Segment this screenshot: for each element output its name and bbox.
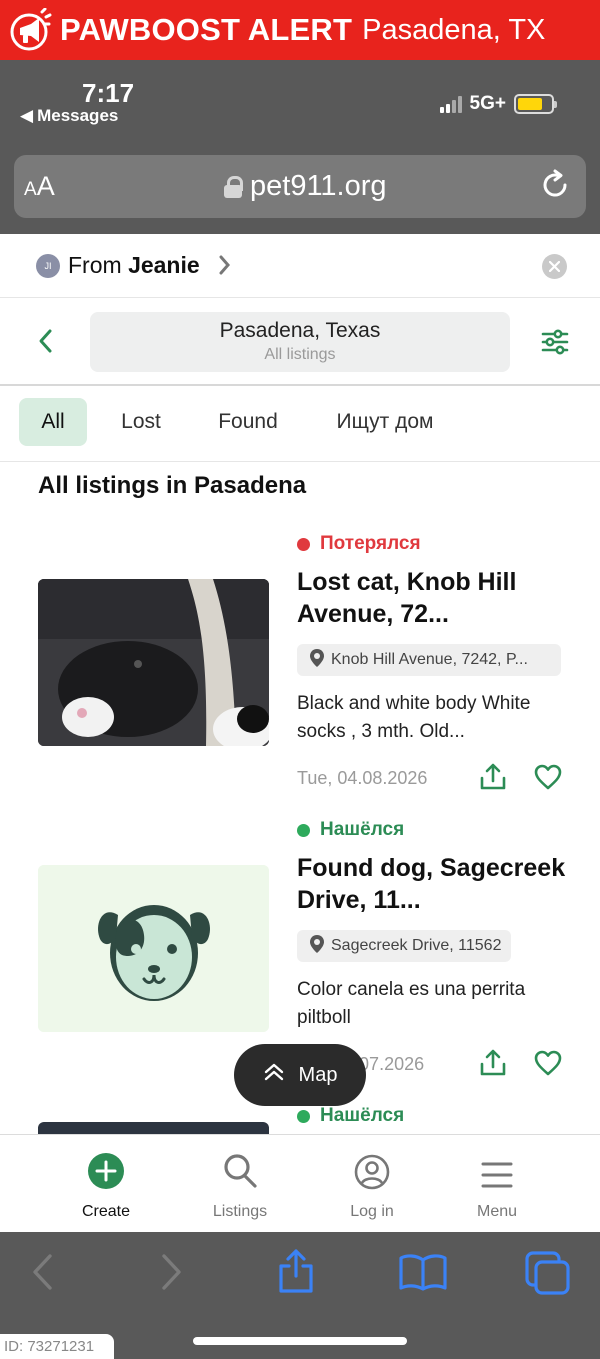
search-subtitle: All listings: [264, 346, 336, 363]
text-size-button[interactable]: AA: [24, 171, 55, 202]
chevron-right-icon[interactable]: [218, 254, 232, 281]
address-bar[interactable]: AA pet911.org: [14, 155, 586, 218]
status-lost: Потерялся: [297, 533, 421, 555]
pawboost-banner: PAWBOOST ALERT Pasadena, TX: [0, 0, 600, 60]
user-icon: [354, 1154, 390, 1195]
listing-photo-cat[interactable]: [38, 579, 269, 746]
address-text: Sagecreek Drive, 11562: [331, 937, 502, 954]
lock-icon: [224, 175, 243, 198]
status-dot: [297, 1109, 310, 1123]
reload-icon[interactable]: [538, 168, 572, 207]
location-pin-icon: [309, 934, 325, 959]
map-button[interactable]: Map: [234, 1044, 366, 1106]
banner-brand: PAWBOOST ALERT: [60, 12, 353, 47]
id-tag: ID: 73271231: [0, 1334, 114, 1359]
chevrons-up-icon: [263, 1062, 285, 1088]
status-bar: 7:17 ◀ Messages 5G+: [0, 60, 600, 152]
tab-looking-for-home[interactable]: Ищут дом: [318, 398, 452, 446]
browser-address-area: AA pet911.org: [0, 152, 600, 234]
address-text: Knob Hill Avenue, 7242, P...: [331, 651, 528, 668]
plus-circle-icon: [87, 1152, 125, 1195]
location-pin-icon: [309, 648, 325, 673]
nav-listings[interactable]: Listings: [180, 1135, 300, 1232]
shared-from-text[interactable]: From Jeanie: [68, 252, 200, 279]
url-text: pet911.org: [250, 170, 387, 202]
nav-menu-label: Menu: [476, 1203, 518, 1220]
status-label: Нашёлся: [320, 819, 405, 840]
hamburger-icon: [480, 1160, 514, 1195]
listing-title[interactable]: Lost cat, Knob Hill Avenue, 72...: [297, 566, 577, 630]
signal-icon: [439, 95, 462, 113]
browser-forward-icon[interactable]: [158, 1252, 184, 1297]
search-icon: [222, 1152, 258, 1195]
favorite-heart-icon[interactable]: [534, 1050, 562, 1081]
favorite-heart-icon[interactable]: [534, 764, 562, 795]
status-label: Потерялся: [320, 533, 421, 554]
status-dot: [297, 537, 310, 551]
listing-address: Knob Hill Avenue, 7242, P...: [297, 644, 561, 676]
nav-menu[interactable]: Menu: [437, 1135, 557, 1232]
listing-date: Tue, 04.08.2026: [297, 768, 428, 788]
tab-lost[interactable]: Lost: [104, 398, 178, 446]
tab-all[interactable]: All: [19, 398, 87, 446]
map-label: Map: [298, 1063, 338, 1086]
back-arrow-icon[interactable]: [36, 328, 54, 359]
banner-location: Pasadena, TX: [362, 13, 546, 46]
bookmarks-icon[interactable]: [398, 1252, 448, 1297]
search-location: Pasadena, Texas: [219, 319, 381, 342]
listing-title[interactable]: Found dog, Sagecreek Drive, 11...: [297, 852, 577, 916]
share-icon[interactable]: [478, 1048, 508, 1083]
shared-from-name: Jeanie: [128, 252, 200, 278]
nav-login-label: Log in: [350, 1203, 394, 1220]
listing-description: Black and white body White socks , 3 mth…: [297, 693, 531, 742]
status-label: Нашёлся: [320, 1105, 405, 1126]
network-label: 5G+: [469, 93, 506, 114]
nav-create[interactable]: Create: [46, 1135, 166, 1232]
section-title: All listings in Pasadena: [38, 472, 307, 499]
status-time: 7:17: [82, 78, 135, 108]
share-sheet-icon[interactable]: [276, 1248, 316, 1299]
nav-login[interactable]: Log in: [312, 1135, 432, 1232]
dog-placeholder-icon: [38, 865, 269, 1032]
listing-photo-placeholder[interactable]: [38, 865, 269, 1032]
back-triangle-icon: ◀: [20, 106, 34, 125]
bottom-nav: Create Listings Log in Menu: [0, 1134, 600, 1232]
shared-from-bar: JI From Jeanie: [0, 234, 600, 298]
home-indicator: [193, 1337, 407, 1345]
tab-found[interactable]: Found: [204, 398, 292, 446]
nav-create-label: Create: [81, 1203, 131, 1220]
status-found: Нашёлся: [297, 1105, 404, 1127]
location-search-box[interactable]: Pasadena, Texas All listings: [90, 312, 510, 372]
back-app-label: Messages: [37, 106, 119, 125]
nav-listings-label: Listings: [212, 1203, 268, 1220]
share-icon[interactable]: [478, 762, 508, 797]
avatar: JI: [36, 254, 60, 278]
tabs-icon[interactable]: [524, 1250, 572, 1301]
battery-fill: [518, 98, 542, 110]
shared-from-prefix: From: [68, 252, 122, 278]
filter-sliders-icon[interactable]: [541, 328, 569, 361]
url-display[interactable]: pet911.org: [224, 170, 387, 203]
browser-back-icon[interactable]: [30, 1252, 56, 1297]
battery-icon: [514, 94, 557, 114]
listing-address: Sagecreek Drive, 11562: [297, 930, 512, 962]
status-found: Нашёлся: [297, 819, 404, 841]
megaphone-icon: [8, 7, 54, 53]
back-to-messages[interactable]: ◀ Messages: [20, 106, 118, 126]
search-row: Pasadena, Texas All listings: [0, 298, 600, 386]
listing-description: Color canela es una perrita piltboll: [297, 979, 526, 1028]
status-dot: [297, 823, 310, 837]
category-tabs: All Lost Found Ищут дом: [0, 386, 600, 462]
close-icon[interactable]: [542, 254, 567, 279]
web-page: JI From Jeanie Pasadena, Texas All listi…: [0, 234, 600, 1232]
